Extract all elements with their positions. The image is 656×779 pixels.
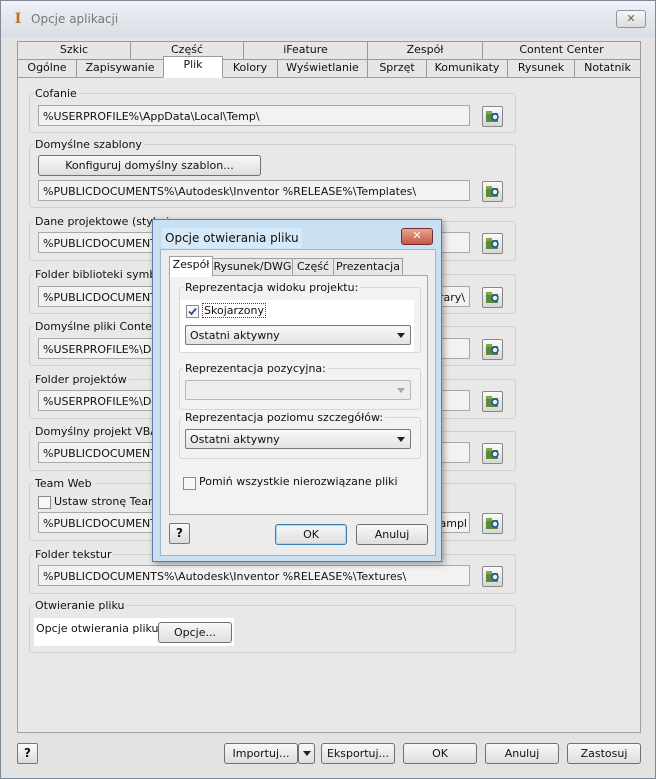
dialog-help-button[interactable]: ? bbox=[169, 523, 190, 544]
textures-label: Folder tekstur bbox=[33, 548, 114, 561]
dialog-tab-zespol[interactable]: Zespół bbox=[169, 256, 213, 277]
ok-button[interactable]: OK bbox=[403, 743, 477, 764]
templates-label: Domyślne szablony bbox=[33, 138, 144, 151]
import-button[interactable]: Importuj... bbox=[224, 743, 298, 764]
tab-content-center[interactable]: Content Center bbox=[482, 41, 641, 60]
folder-browse-icon bbox=[486, 186, 499, 197]
file-open-label: Otwieranie pliku bbox=[33, 599, 127, 612]
app-icon: I bbox=[14, 11, 22, 27]
dialog-tab-rysunek-dwg[interactable]: Rysunek/DWG bbox=[212, 258, 293, 276]
view-rep-value: Ostatni aktywny bbox=[190, 329, 280, 342]
chevron-down-icon bbox=[397, 437, 405, 442]
dialog-close-button[interactable]: ✕ bbox=[401, 228, 433, 245]
import-dropdown-button[interactable] bbox=[298, 743, 315, 764]
tab-plik[interactable]: Plik bbox=[163, 56, 223, 78]
window-title: Opcje aplikacji bbox=[31, 12, 119, 26]
dialog-ok-button[interactable]: OK bbox=[275, 524, 347, 545]
dialog-title: Opcje otwierania pliku bbox=[161, 227, 303, 249]
checkmark-icon bbox=[188, 307, 197, 316]
projects-label: Folder projektów bbox=[33, 373, 129, 386]
title-bar: I Opcje aplikacji ✕ bbox=[1, 1, 655, 37]
folder-browse-icon bbox=[486, 344, 499, 355]
team-web-browse-button[interactable] bbox=[482, 513, 503, 534]
tab-notatnik[interactable]: Notatnik bbox=[574, 59, 641, 78]
undo-label: Cofanie bbox=[33, 87, 79, 100]
tab-ifeature[interactable]: iFeature bbox=[243, 41, 368, 60]
dialog-tab-panel: Reprezentacja widoku projektu: Skojarzon… bbox=[169, 275, 428, 515]
tab-zespol[interactable]: Zespół bbox=[367, 41, 483, 60]
lod-rep-label: Reprezentacja poziomu szczegółów: bbox=[183, 411, 386, 424]
configure-template-button[interactable]: Konfiguruj domyślny szablon... bbox=[38, 155, 261, 176]
chevron-down-icon bbox=[303, 751, 311, 756]
tab-rysunek[interactable]: Rysunek bbox=[507, 59, 575, 78]
team-web-path: %PUBLICDOCUMENTS bbox=[43, 517, 164, 530]
folder-browse-icon bbox=[486, 292, 499, 303]
apply-button[interactable]: Zastosuj bbox=[567, 743, 641, 764]
symbol-library-path-tail: rary\ bbox=[438, 291, 465, 304]
dialog-cancel-button[interactable]: Anuluj bbox=[356, 524, 428, 545]
tab-sprzet[interactable]: Sprzęt bbox=[367, 59, 427, 78]
textures-browse-button[interactable] bbox=[482, 566, 503, 587]
associative-checkbox[interactable] bbox=[186, 305, 199, 318]
tab-zapisywanie[interactable]: Zapisywanie bbox=[76, 59, 164, 78]
templates-browse-button[interactable] bbox=[482, 181, 503, 202]
vba-label: Domyślny projekt VBA bbox=[33, 425, 160, 438]
folder-browse-icon bbox=[486, 396, 499, 407]
folder-browse-icon bbox=[486, 448, 499, 459]
projects-browse-button[interactable] bbox=[482, 391, 503, 412]
tab-komunikaty[interactable]: Komunikaty bbox=[426, 59, 508, 78]
tab-wyswietlanie[interactable]: Wyświetlanie bbox=[277, 59, 368, 78]
tab-szkic[interactable]: Szkic bbox=[17, 41, 131, 60]
folder-browse-icon bbox=[486, 111, 499, 122]
window-close-button[interactable]: ✕ bbox=[616, 10, 646, 28]
tab-ogolne[interactable]: Ogólne bbox=[17, 59, 77, 78]
team-web-checkbox[interactable] bbox=[38, 496, 51, 509]
chevron-down-icon bbox=[397, 333, 405, 338]
chevron-down-icon bbox=[397, 388, 405, 393]
textures-path-field[interactable]: %PUBLICDOCUMENTS%\Autodesk\Inventor %REL… bbox=[38, 565, 470, 586]
help-button[interactable]: ? bbox=[17, 743, 38, 764]
symbol-library-path: %PUBLICDOCUMENTS bbox=[43, 291, 164, 304]
file-open-options-dialog: Opcje otwierania pliku ✕ Zespół Rysunek/… bbox=[152, 219, 442, 562]
export-button[interactable]: Eksportuj... bbox=[321, 743, 395, 764]
file-open-options-button[interactable]: Opcje... bbox=[158, 622, 232, 643]
skip-unresolved-label: Pomiń wszystkie nierozwiązane pliki bbox=[199, 475, 398, 488]
content-center-browse-button[interactable] bbox=[482, 339, 503, 360]
dialog-tab-czesc[interactable]: Część bbox=[292, 258, 334, 276]
file-open-text: Opcje otwierania pliku bbox=[36, 622, 159, 635]
folder-browse-icon bbox=[486, 571, 499, 582]
lod-rep-value: Ostatni aktywny bbox=[190, 433, 280, 446]
dialog-body: Zespół Rysunek/DWG Część Prezentacja Rep… bbox=[160, 249, 436, 556]
skip-unresolved-checkbox[interactable] bbox=[183, 477, 196, 490]
file-open-highlight: Opcje otwierania pliku Opcje... bbox=[34, 618, 234, 646]
templates-path-field[interactable]: %PUBLICDOCUMENTS%\Autodesk\Inventor %REL… bbox=[38, 180, 470, 201]
undo-browse-button[interactable] bbox=[482, 106, 503, 127]
vba-browse-button[interactable] bbox=[482, 443, 503, 464]
positional-rep-label: Reprezentacja pozycyjna: bbox=[183, 362, 328, 375]
associative-checkbox-label: Skojarzony bbox=[202, 303, 266, 318]
design-data-browse-button[interactable] bbox=[482, 233, 503, 254]
dialog-tab-prezentacja[interactable]: Prezentacja bbox=[333, 258, 403, 276]
view-rep-select[interactable]: Ostatni aktywny bbox=[185, 325, 411, 345]
tab-kolory[interactable]: Kolory bbox=[222, 59, 278, 78]
folder-browse-icon bbox=[486, 518, 499, 529]
undo-path-field[interactable]: %USERPROFILE%\AppData\Local\Temp\ bbox=[38, 105, 470, 126]
symbol-library-browse-button[interactable] bbox=[482, 287, 503, 308]
positional-rep-select[interactable] bbox=[185, 380, 411, 400]
lod-rep-select[interactable]: Ostatni aktywny bbox=[185, 429, 411, 449]
cancel-button[interactable]: Anuluj bbox=[485, 743, 559, 764]
folder-browse-icon bbox=[486, 238, 499, 249]
view-rep-label: Reprezentacja widoku projektu: bbox=[183, 281, 361, 294]
team-web-label: Team Web bbox=[33, 477, 94, 490]
